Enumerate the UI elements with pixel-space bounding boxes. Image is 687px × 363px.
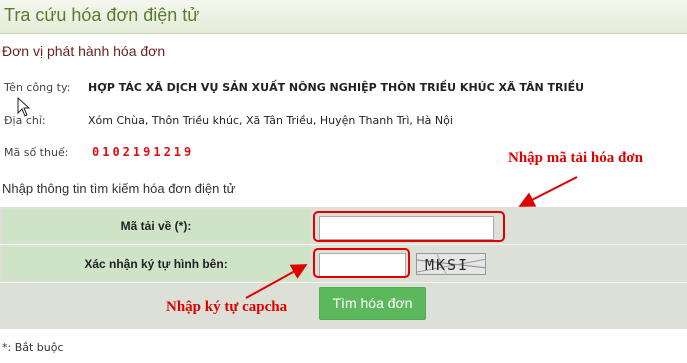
company-value: HỢP TÁC XÃ DỊCH VỤ SẢN XUẤT NÔNG NGHIỆP … [88, 81, 585, 94]
captcha-annotation: Nhập ký tự capcha [166, 299, 288, 315]
required-note: *: Bắt buộc [2, 341, 64, 354]
download-code-label-cell: Mã tải về (*): [2, 209, 310, 243]
captcha-label-cell: Xác nhận ký tự hình bên: [2, 247, 310, 281]
captcha-label: Xác nhận ký tự hình bên: [84, 257, 228, 271]
tax-label: Mã số thuế: [4, 146, 69, 159]
search-invoice-button[interactable]: Tìm hóa đơn [319, 287, 426, 320]
download-code-label: Mã tải về (*): [120, 219, 192, 233]
tax-code-value: 0102191219 [92, 145, 195, 159]
captcha-text: MKSI [425, 256, 470, 274]
issuer-heading: Đơn vị phát hành hóa đơn [2, 43, 166, 59]
page-header: Tra cứu hóa đơn điện tử [0, 0, 687, 34]
code-arrow-icon [518, 176, 578, 207]
address-value: Xóm Chùa, Thôn Triều khúc, Xã Tân Triều,… [88, 114, 453, 127]
download-code-highlight [313, 211, 505, 242]
download-code-annotation: Nhập mã tải hóa đơn [508, 150, 644, 166]
captcha-image: MKSI [416, 253, 486, 275]
mouse-cursor-icon [17, 97, 31, 117]
company-label: Tên công ty: [4, 81, 71, 94]
search-heading: Nhập thông tin tìm kiếm hóa đơn điện tử [2, 181, 236, 196]
captcha-highlight [313, 248, 410, 278]
page-title: Tra cứu hóa đơn điện tử [4, 5, 200, 25]
